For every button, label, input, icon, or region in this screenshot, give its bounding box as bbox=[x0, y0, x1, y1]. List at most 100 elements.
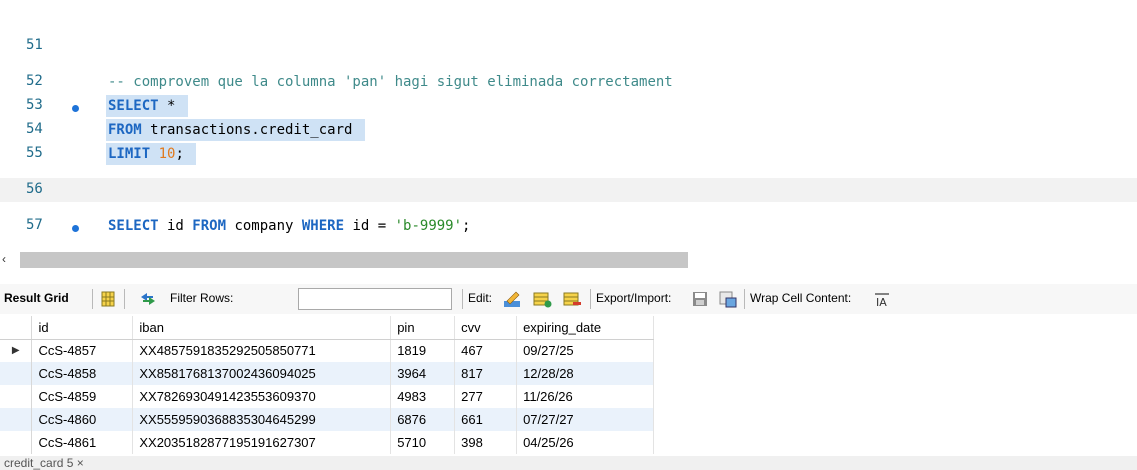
line-number: 52 bbox=[26, 73, 43, 89]
cell-expiring-date[interactable]: 07/27/27 bbox=[516, 408, 654, 431]
editor-line-55: 55 LIMIT 10; bbox=[0, 142, 1137, 166]
row-gutter bbox=[0, 362, 33, 385]
result-grid-tab[interactable]: Result Grid bbox=[4, 291, 69, 305]
sql-editor[interactable]: 51 52 -- comprovem que la columna 'pan' … bbox=[0, 0, 1137, 248]
cell-id[interactable]: CcS-4857 bbox=[31, 339, 134, 362]
sql-keyword: WHERE bbox=[301, 218, 345, 234]
sql-text: company bbox=[226, 218, 302, 234]
editor-line-51: 51 bbox=[0, 34, 1137, 58]
edit-pencil-icon[interactable] bbox=[502, 289, 522, 309]
cell-id[interactable]: CcS-4859 bbox=[31, 385, 134, 408]
filter-rows-label: Filter Rows: bbox=[170, 291, 234, 305]
cell-cvv[interactable]: 398 bbox=[454, 431, 518, 454]
cell-pin[interactable]: 4983 bbox=[390, 385, 456, 408]
table-row[interactable]: CcS-4861 XX203518287719519162730​7 5710 … bbox=[0, 431, 654, 454]
cell-iban[interactable]: XX555959036883530464529​9 bbox=[132, 408, 392, 431]
cell-pin[interactable]: 5710 bbox=[390, 431, 456, 454]
import-icon[interactable] bbox=[718, 289, 738, 309]
cell-cvv[interactable]: 661 bbox=[454, 408, 518, 431]
sql-comment: -- comprovem que la columna 'pan' hagi s… bbox=[108, 74, 673, 90]
editor-line-52: 52 -- comprovem que la columna 'pan' hag… bbox=[0, 70, 1137, 94]
toolbar-divider bbox=[124, 289, 125, 309]
column-header-iban[interactable]: iban bbox=[132, 316, 392, 340]
cell-iban[interactable]: XX782693049142355360937​0 bbox=[132, 385, 392, 408]
editor-line-57: 57 SELECT id FROM company WHERE id = 'b-… bbox=[0, 214, 1137, 238]
cell-pin[interactable]: 3964 bbox=[390, 362, 456, 385]
grid-view-icon[interactable] bbox=[98, 289, 118, 309]
export-import-label: Export/Import: bbox=[596, 291, 672, 305]
toolbar-divider bbox=[462, 289, 463, 309]
result-grid[interactable]: id iban pin cvv expiring_date ▶ CcS-4857… bbox=[0, 316, 654, 454]
line-number: 55 bbox=[26, 145, 43, 161]
row-gutter-header bbox=[0, 316, 33, 340]
cell-pin[interactable]: 1819 bbox=[390, 339, 456, 362]
cell-iban[interactable]: XX203518287719519162730​7 bbox=[132, 431, 392, 454]
sql-text: * bbox=[158, 98, 176, 114]
sql-code: LIMIT 10; bbox=[106, 143, 197, 165]
cell-iban[interactable]: XX858176813700243609402​5 bbox=[132, 362, 392, 385]
row-gutter bbox=[0, 385, 33, 408]
statement-marker-icon[interactable] bbox=[72, 225, 79, 232]
column-header-expiring-date[interactable]: expiring_date bbox=[516, 316, 654, 340]
cell-expiring-date[interactable]: 12/28/28 bbox=[516, 362, 654, 385]
grid-header-row: id iban pin cvv expiring_date bbox=[0, 316, 654, 340]
cell-expiring-date[interactable]: 09/27/25 bbox=[516, 339, 654, 362]
result-tab-credit-card[interactable]: credit_card 5 × bbox=[4, 456, 84, 470]
sql-keyword: FROM bbox=[108, 122, 142, 138]
table-row[interactable]: CcS-4858 XX858176813700243609402​5 3964 … bbox=[0, 362, 654, 385]
sql-code: FROM transactions.credit_card bbox=[106, 119, 365, 141]
editor-line-56: 56 bbox=[0, 178, 1137, 202]
filter-rows-input[interactable] bbox=[298, 288, 452, 310]
sql-code: SELECT * bbox=[106, 95, 188, 117]
editor-horizontal-scrollbar[interactable]: ‹ bbox=[0, 250, 1137, 270]
statement-marker-icon[interactable] bbox=[72, 105, 79, 112]
line-number: 56 bbox=[26, 181, 43, 197]
cell-expiring-date[interactable]: 04/25/26 bbox=[516, 431, 654, 454]
cell-cvv[interactable]: 817 bbox=[454, 362, 518, 385]
sql-text: ; bbox=[175, 146, 184, 162]
sql-keyword: LIMIT bbox=[108, 146, 151, 162]
cell-expiring-date[interactable]: 11/26/26 bbox=[516, 385, 654, 408]
wrap-text-icon[interactable]: IA bbox=[872, 289, 892, 309]
sql-keyword: FROM bbox=[192, 218, 227, 234]
column-header-id[interactable]: id bbox=[31, 316, 134, 340]
row-gutter bbox=[0, 408, 33, 431]
export-icon[interactable] bbox=[690, 289, 710, 309]
cell-id[interactable]: CcS-4858 bbox=[31, 362, 134, 385]
cell-cvv[interactable]: 467 bbox=[454, 339, 518, 362]
cell-id[interactable]: CcS-4861 bbox=[31, 431, 134, 454]
column-header-cvv[interactable]: cvv bbox=[454, 316, 518, 340]
filter-refresh-icon[interactable] bbox=[138, 289, 158, 309]
sql-number: 10 bbox=[158, 146, 176, 162]
table-row[interactable]: CcS-4859 XX782693049142355360937​0 4983 … bbox=[0, 385, 654, 408]
delete-row-icon[interactable] bbox=[562, 289, 582, 309]
scrollbar-thumb[interactable] bbox=[20, 252, 688, 268]
table-row[interactable]: CcS-4860 XX555959036883530464529​9 6876 … bbox=[0, 408, 654, 431]
scroll-left-icon[interactable]: ‹ bbox=[2, 252, 6, 266]
line-number: 51 bbox=[26, 37, 43, 53]
result-toolbar: Result Grid Filter Rows: Edit: Export/Im… bbox=[0, 284, 1137, 314]
edit-label: Edit: bbox=[468, 291, 493, 305]
svg-text:IA: IA bbox=[876, 296, 887, 309]
cell-iban[interactable]: XX485759183529250585077​1 bbox=[132, 339, 392, 362]
current-row-arrow-icon: ▶ bbox=[0, 339, 33, 362]
cell-id[interactable]: CcS-4860 bbox=[31, 408, 134, 431]
add-row-icon[interactable] bbox=[532, 289, 552, 309]
cell-cvv[interactable]: 277 bbox=[454, 385, 518, 408]
sql-keyword: SELECT bbox=[108, 98, 159, 114]
sql-string: 'b-9999' bbox=[394, 218, 463, 234]
toolbar-divider bbox=[92, 289, 93, 309]
toolbar-divider bbox=[744, 289, 745, 309]
sql-text: id bbox=[158, 218, 193, 234]
sql-text: ; bbox=[462, 218, 471, 234]
cell-pin[interactable]: 6876 bbox=[390, 408, 456, 431]
sql-text: transactions.credit_card bbox=[141, 122, 353, 138]
line-number: 53 bbox=[26, 97, 43, 113]
table-row[interactable]: ▶ CcS-4857 XX485759183529250585077​1 181… bbox=[0, 339, 654, 362]
row-gutter bbox=[0, 431, 33, 454]
editor-line-54: 54 FROM transactions.credit_card bbox=[0, 118, 1137, 142]
sql-text: id = bbox=[344, 218, 395, 234]
wrap-cell-content-label: Wrap Cell Content: bbox=[750, 291, 852, 305]
line-number: 54 bbox=[26, 121, 43, 137]
column-header-pin[interactable]: pin bbox=[390, 316, 456, 340]
